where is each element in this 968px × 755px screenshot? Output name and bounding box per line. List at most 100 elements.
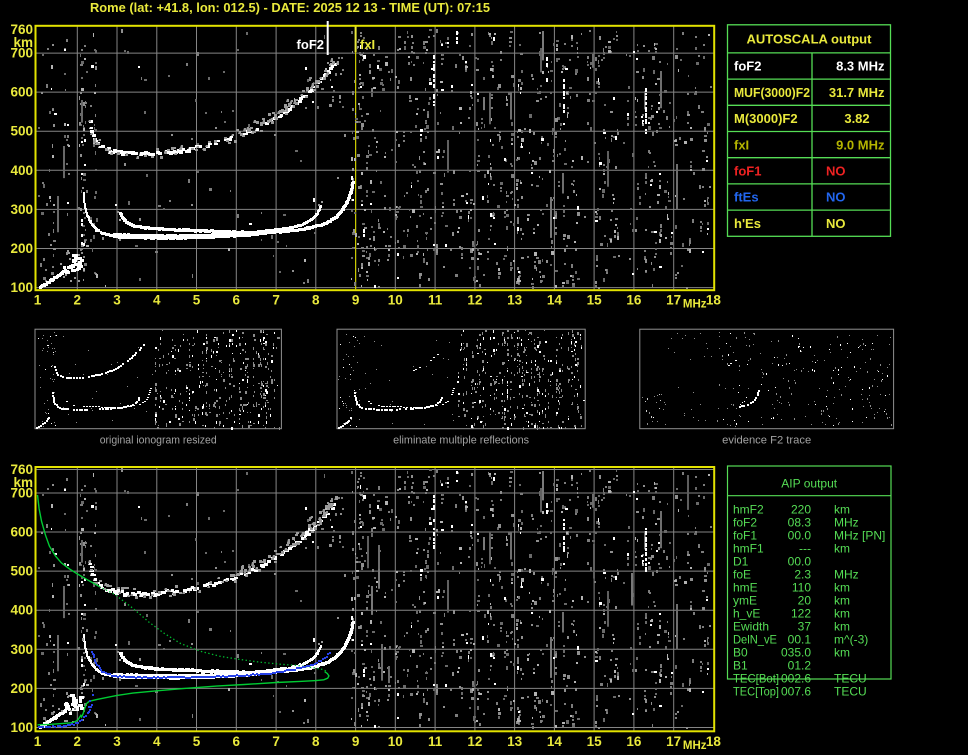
svg-text:8.3 MHz: 8.3 MHz (836, 59, 885, 74)
svg-text:00.0: 00.0 (788, 529, 812, 543)
svg-text:km: km (834, 542, 850, 556)
svg-text:h_vE: h_vE (733, 607, 760, 621)
svg-text:AIP output: AIP output (781, 477, 837, 491)
svg-text:13: 13 (507, 293, 523, 308)
svg-text:TEC[Top]: TEC[Top] (733, 685, 779, 699)
svg-text:MHz: MHz (834, 516, 859, 530)
svg-text:4: 4 (153, 293, 161, 308)
svg-text:15: 15 (587, 734, 603, 749)
svg-text:km: km (834, 581, 850, 595)
svg-text:km: km (834, 620, 850, 634)
svg-text:NO: NO (826, 216, 846, 231)
svg-text:[PN]: [PN] (862, 529, 885, 543)
svg-text:evidence F2 trace: evidence F2 trace (722, 435, 811, 447)
svg-text:7: 7 (272, 734, 280, 749)
svg-text:MHz: MHz (683, 740, 707, 752)
svg-text:h'Es: h'Es (734, 216, 761, 231)
svg-text:TEC[Bot]: TEC[Bot] (733, 672, 779, 686)
svg-text:18: 18 (706, 734, 722, 749)
svg-text:400: 400 (10, 163, 33, 178)
svg-text:9.0 MHz: 9.0 MHz (836, 137, 885, 152)
svg-text:110: 110 (792, 581, 811, 595)
svg-text:3: 3 (113, 734, 121, 749)
svg-text:Ewidth: Ewidth (733, 620, 769, 634)
svg-text:foF1: foF1 (734, 164, 761, 179)
svg-text:7: 7 (272, 293, 280, 308)
svg-text:31.7 MHz: 31.7 MHz (829, 85, 885, 100)
svg-text:100: 100 (10, 720, 33, 735)
svg-text:1: 1 (34, 734, 42, 749)
svg-text:original ionogram resized: original ionogram resized (100, 435, 217, 447)
svg-text:17: 17 (666, 734, 681, 749)
svg-text:500: 500 (10, 124, 33, 139)
svg-text:13: 13 (507, 734, 523, 749)
svg-text:D1: D1 (733, 555, 749, 569)
svg-text:600: 600 (10, 85, 33, 100)
svg-text:M(3000)F2: M(3000)F2 (734, 111, 798, 126)
svg-text:DelN_vE: DelN_vE (733, 633, 777, 647)
svg-text:foE: foE (733, 568, 751, 582)
svg-text:km: km (834, 607, 850, 621)
svg-text:14: 14 (547, 734, 563, 749)
svg-text:007.6: 007.6 (781, 685, 811, 699)
svg-text:9: 9 (352, 293, 360, 308)
svg-text:18: 18 (706, 293, 722, 308)
svg-text:16: 16 (626, 293, 642, 308)
svg-text:TECU: TECU (834, 685, 867, 699)
svg-text:2: 2 (74, 293, 82, 308)
svg-text:2.3: 2.3 (794, 568, 811, 582)
svg-text:foF2: foF2 (297, 37, 324, 52)
svg-text:002.6: 002.6 (781, 672, 811, 686)
svg-text:AUTOSCALA output: AUTOSCALA output (747, 32, 873, 47)
svg-text:37: 37 (798, 620, 812, 634)
svg-text:400: 400 (10, 603, 33, 618)
svg-text:12: 12 (467, 293, 482, 308)
svg-text:300: 300 (10, 642, 33, 657)
svg-text:4: 4 (153, 734, 161, 749)
svg-text:5: 5 (193, 734, 201, 749)
svg-text:hmF2: hmF2 (733, 503, 764, 517)
svg-text:11: 11 (428, 734, 443, 749)
svg-text:2: 2 (74, 734, 82, 749)
svg-text:122: 122 (791, 607, 811, 621)
svg-text:5: 5 (193, 293, 201, 308)
svg-text:600: 600 (10, 525, 33, 540)
svg-text:500: 500 (10, 564, 33, 579)
svg-text:Rome (lat: +41.8, lon: 012.5): Rome (lat: +41.8, lon: 012.5) - DATE: 20… (90, 1, 490, 15)
svg-text:00.0: 00.0 (788, 555, 812, 569)
svg-text:20: 20 (798, 594, 812, 608)
svg-text:17: 17 (666, 293, 681, 308)
svg-text:6: 6 (233, 734, 241, 749)
svg-text:10: 10 (388, 293, 403, 308)
svg-text:11: 11 (428, 293, 443, 308)
svg-text:MHz: MHz (834, 568, 859, 582)
svg-text:200: 200 (10, 241, 33, 256)
svg-text:035.0: 035.0 (781, 646, 811, 660)
svg-text:8: 8 (312, 734, 320, 749)
svg-text:3.82: 3.82 (844, 111, 869, 126)
svg-text:NO: NO (826, 190, 846, 205)
svg-text:TECU: TECU (834, 672, 867, 686)
svg-text:700: 700 (10, 46, 33, 61)
svg-text:10: 10 (388, 734, 403, 749)
svg-text:01.2: 01.2 (788, 659, 812, 673)
svg-text:9: 9 (352, 734, 360, 749)
svg-text:B0: B0 (733, 646, 748, 660)
svg-text:3: 3 (113, 293, 121, 308)
svg-text:220: 220 (791, 503, 811, 517)
svg-text:700: 700 (10, 486, 33, 501)
svg-text:16: 16 (626, 734, 642, 749)
svg-text:ymE: ymE (733, 594, 757, 608)
svg-text:B1: B1 (733, 659, 748, 673)
svg-text:km: km (834, 503, 850, 517)
svg-text:14: 14 (547, 293, 563, 308)
svg-text:eliminate multiple reflections: eliminate multiple reflections (393, 435, 529, 447)
svg-text:foF2: foF2 (733, 516, 757, 530)
svg-text:ftEs: ftEs (734, 190, 759, 205)
svg-text:hmF1: hmF1 (733, 542, 764, 556)
svg-text:km: km (834, 594, 850, 608)
svg-text:foF2: foF2 (734, 59, 761, 74)
svg-text:---: --- (799, 542, 811, 556)
svg-text:hmE: hmE (733, 581, 758, 595)
svg-text:200: 200 (10, 681, 33, 696)
